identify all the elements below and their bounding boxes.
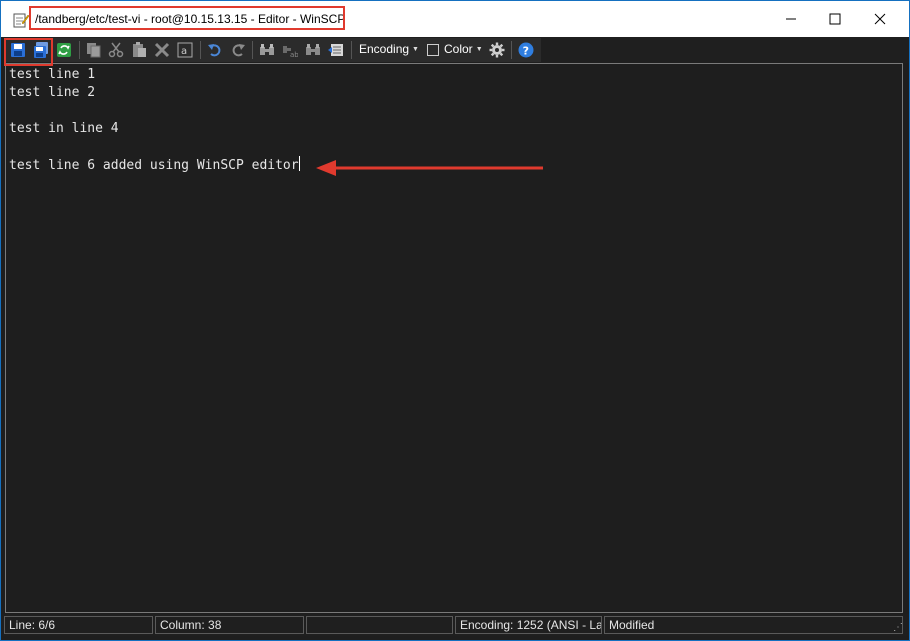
editor-line-6-text: test line 6 added using WinSCP editor [9,158,299,173]
notepad-icon [13,12,30,28]
toolbar-separator [351,41,352,59]
gear-icon[interactable] [488,41,506,59]
undo-icon[interactable] [206,41,224,59]
status-bar: Line: 6/6 Column: 38 Encoding: 1252 (ANS… [1,614,909,636]
redo-icon[interactable] [229,41,247,59]
svg-text:a: a [181,46,187,57]
replace-icon[interactable]: ab [281,41,299,59]
encoding-dropdown[interactable]: Encoding ▼ [359,42,419,56]
editor-line-4: test in line 4 [9,121,119,136]
go-to-line-icon[interactable] [327,41,345,59]
copy-icon[interactable] [85,41,103,59]
toolbar-separator [252,41,253,59]
chevron-down-icon: ▼ [412,46,419,53]
encoding-label: Encoding [359,42,410,56]
chevron-down-icon: ▼ [475,46,483,53]
find-icon[interactable] [258,41,276,59]
editor-line-6: test line 6 added using WinSCP editor [9,156,300,174]
maximize-button[interactable] [812,1,858,37]
reload-icon[interactable] [55,41,73,59]
annotation-arrow-icon [316,160,543,176]
paste-icon[interactable] [130,41,148,59]
color-label: Color [444,42,473,56]
cut-icon[interactable] [107,41,125,59]
toolbar-separator [200,41,201,59]
delete-icon[interactable] [153,41,171,59]
color-dropdown[interactable]: Color ▼ [444,42,483,56]
status-column: Column: 38 [155,616,304,634]
editor-line-1: test line 1 [9,67,96,82]
svg-text:?: ? [523,45,529,58]
close-button[interactable] [857,1,903,37]
editor-line-2: test line 2 [9,85,96,100]
text-cursor [298,156,300,171]
status-encoding: Encoding: 1252 (ANSI - La [455,616,602,634]
select-all-icon[interactable]: a [176,41,194,59]
toolbar-separator [79,41,80,59]
help-icon[interactable]: ? [517,41,535,59]
status-line: Line: 6/6 [4,616,153,634]
status-character [306,616,453,634]
text-editor[interactable]: test line 1 test line 2 test in line 4 t… [5,63,903,613]
status-modified: Modified [604,616,903,634]
toolbar-separator [511,41,512,59]
find-next-icon[interactable] [304,41,322,59]
editor-window: /tandberg/etc/test-vi - root@10.15.13.15… [0,0,910,641]
title-highlight-box [29,6,345,30]
resize-grip-icon[interactable]: ⋰ [893,622,903,633]
svg-text:ab: ab [290,51,298,58]
save-buttons-highlight-box [4,38,53,66]
color-checkbox[interactable] [424,41,442,59]
minimize-button[interactable] [768,1,814,37]
toolbar: a ab Encoding ▼ Color ▼ ? [1,37,909,63]
